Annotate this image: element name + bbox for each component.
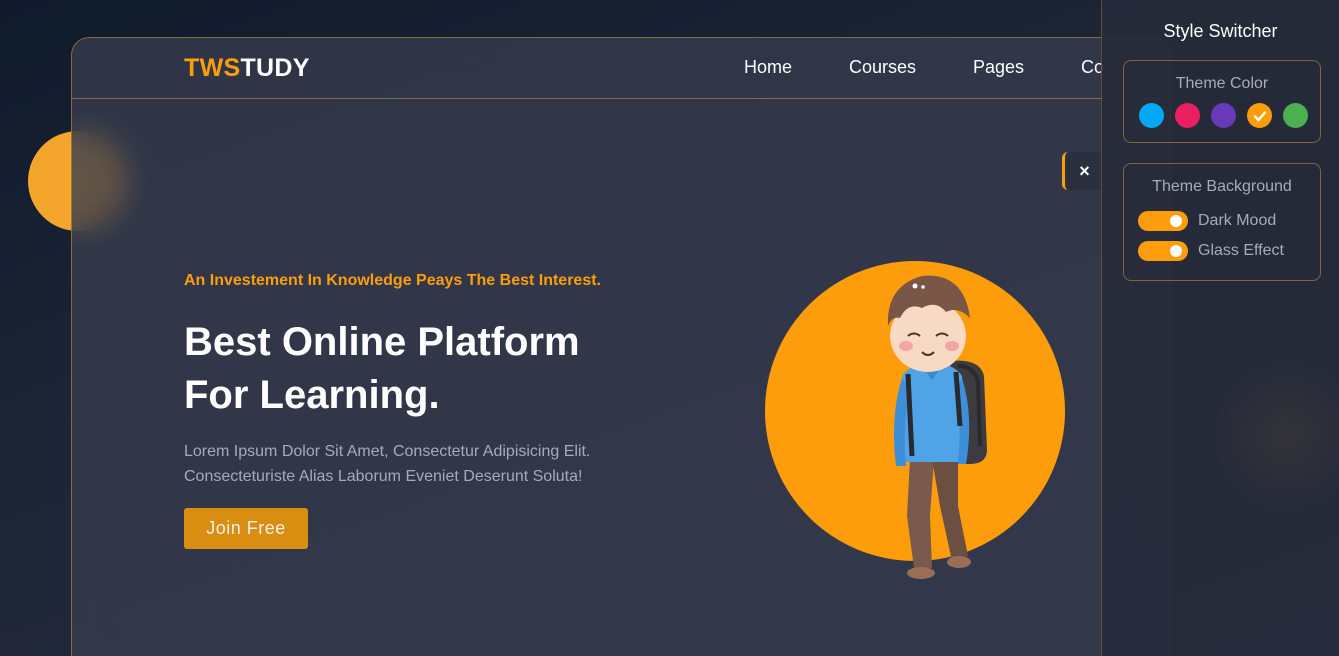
toggle-knob bbox=[1170, 245, 1182, 257]
theme-background-box: Theme Background Dark Mood Glass Effect bbox=[1123, 163, 1321, 281]
nav-pages[interactable]: Pages bbox=[973, 57, 1024, 78]
theme-color-swatch-pink[interactable] bbox=[1175, 103, 1200, 128]
theme-color-swatch-blue[interactable] bbox=[1139, 103, 1164, 128]
hero-heading-line2: For Learning. bbox=[184, 373, 440, 417]
check-icon bbox=[1253, 110, 1266, 121]
logo-part-white: TUDY bbox=[240, 54, 310, 82]
close-icon: × bbox=[1079, 160, 1090, 181]
nav-courses[interactable]: Courses bbox=[849, 57, 916, 78]
glass-effect-label: Glass Effect bbox=[1198, 242, 1284, 259]
glass-effect-row: Glass Effect bbox=[1138, 241, 1313, 261]
theme-color-swatch-purple[interactable] bbox=[1211, 103, 1236, 128]
logo-part-accent: TWS bbox=[184, 54, 241, 82]
hero-heading-line1: Best Online Platform bbox=[184, 320, 580, 364]
hero-heading: Best Online Platform For Learning. bbox=[184, 316, 704, 422]
hero-tagline: An Investement In Knowledge Peays The Be… bbox=[184, 272, 601, 289]
student-illustration bbox=[887, 275, 987, 579]
site-logo[interactable]: TWSTUDY bbox=[184, 54, 310, 83]
join-free-button[interactable]: Join Free bbox=[184, 508, 308, 549]
theme-color-title: Theme Color bbox=[1175, 75, 1269, 92]
dark-mood-label: Dark Mood bbox=[1198, 212, 1277, 229]
glass-panel: TWSTUDY Home Courses Pages Co An Investe… bbox=[71, 37, 1171, 656]
switcher-close-button[interactable]: × bbox=[1062, 152, 1104, 190]
dark-mood-row: Dark Mood bbox=[1138, 211, 1313, 231]
theme-color-box: Theme Color bbox=[1123, 60, 1321, 143]
nav-home[interactable]: Home bbox=[744, 57, 792, 78]
style-switcher-title: Style Switcher bbox=[1163, 21, 1278, 41]
theme-color-swatch-green[interactable] bbox=[1283, 103, 1308, 128]
hero-description: Lorem Ipsum Dolor Sit Amet, Consectetur … bbox=[184, 439, 664, 489]
dark-mood-toggle[interactable] bbox=[1138, 211, 1188, 231]
hero-desc-line1: Lorem Ipsum Dolor Sit Amet, Consectetur … bbox=[184, 443, 591, 460]
hero-desc-line2: Consecteturiste Alias Laborum Eveniet De… bbox=[184, 468, 583, 485]
glass-effect-toggle[interactable] bbox=[1138, 241, 1188, 261]
page: TWSTUDY Home Courses Pages Co An Investe… bbox=[0, 0, 1339, 656]
style-switcher-panel: Style Switcher Theme Color Theme Backgro… bbox=[1101, 0, 1339, 656]
site-header: TWSTUDY Home Courses Pages Co bbox=[72, 38, 1170, 99]
theme-background-title: Theme Background bbox=[1152, 178, 1292, 195]
theme-color-swatch-orange[interactable] bbox=[1247, 103, 1272, 128]
toggle-knob bbox=[1170, 215, 1182, 227]
